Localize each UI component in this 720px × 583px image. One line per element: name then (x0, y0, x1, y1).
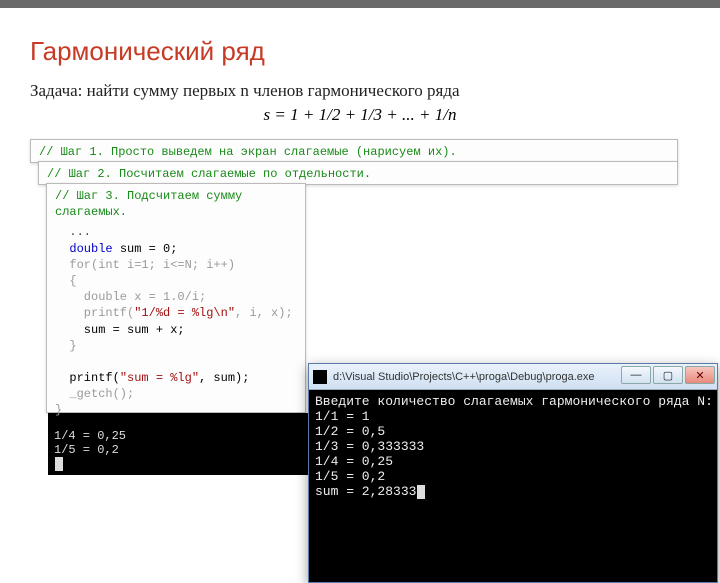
top-accent-bar (0, 0, 720, 8)
code-text: printf( (55, 371, 120, 385)
console-line: 1/1 = 1 (315, 409, 370, 424)
cursor-icon (55, 457, 63, 471)
code-step2: // Шаг 2. Посчитаем слагаемые по отдельн… (38, 161, 678, 185)
code-step3: // Шаг 3. Подсчитаем сумму слагаемых. ..… (46, 183, 306, 413)
code-text: , i, x); (235, 306, 293, 320)
cursor-icon (417, 485, 425, 499)
layers: // Шаг 1. Просто выведем на экран слагае… (30, 139, 690, 499)
console-window: d:\Visual Studio\Projects\C++\proga\Debu… (308, 363, 718, 583)
slide: Гармонический ряд Задача: найти сумму пе… (0, 8, 720, 499)
code-line: { (55, 274, 77, 288)
console-body: Введите количество слагаемых гармоническ… (309, 390, 717, 503)
code-string: "sum = %lg" (120, 371, 199, 385)
code-keyword: double (69, 242, 112, 256)
slide-title: Гармонический ряд (30, 36, 690, 67)
code-line: } (55, 339, 77, 353)
console-line: 1/4 = 0,25 (315, 454, 393, 469)
step1-comment: // Шаг 1. Просто выведем на экран слагае… (39, 145, 457, 159)
code-text: printf( (55, 306, 134, 320)
code-line: ... (55, 225, 91, 239)
formula: s = 1 + 1/2 + 1/3 + ... + 1/n (30, 105, 690, 125)
console-line: 1/3 = 0,333333 (315, 439, 424, 454)
code-line: double x = 1.0/i; (55, 290, 206, 304)
step2-comment: // Шаг 2. Посчитаем слагаемые по отдельн… (47, 167, 371, 181)
console-back-line: 1/5 = 0,2 (54, 443, 119, 457)
console-line: sum = 2,28333 (315, 484, 416, 499)
code-line: } (55, 403, 62, 417)
task-text-span: Задача: найти сумму первых n членов гарм… (30, 81, 460, 100)
window-title-text: d:\Visual Studio\Projects\C++\proga\Debu… (333, 371, 595, 383)
code-text: sum = 0; (113, 242, 178, 256)
code-step1: // Шаг 1. Просто выведем на экран слагае… (30, 139, 678, 163)
console-line: 1/2 = 0,5 (315, 424, 385, 439)
code-line: _getch(); (55, 387, 134, 401)
console-back-line: 1/4 = 0,25 (54, 429, 126, 443)
code-line: sum = sum + x; (55, 323, 185, 337)
code-line: for(int i=1; i<=N; i++) (55, 258, 235, 272)
step3-comment: // Шаг 3. Подсчитаем сумму слагаемых. (55, 189, 242, 219)
window-buttons: — ▢ ✕ (619, 366, 715, 384)
console-line: Введите количество слагаемых гармоническ… (315, 394, 720, 409)
app-icon (313, 370, 327, 384)
maximize-button[interactable]: ▢ (653, 366, 683, 384)
task-text: Задача: найти сумму первых n членов гарм… (30, 81, 690, 101)
window-titlebar[interactable]: d:\Visual Studio\Projects\C++\proga\Debu… (309, 364, 717, 390)
code-text: , sum); (199, 371, 249, 385)
code-string: "1/%d = %lg\n" (134, 306, 235, 320)
close-button[interactable]: ✕ (685, 366, 715, 384)
console-line: 1/5 = 0,2 (315, 469, 385, 484)
minimize-button[interactable]: — (621, 366, 651, 384)
code3-body: ... double sum = 0; for(int i=1; i<=N; i… (55, 224, 297, 418)
